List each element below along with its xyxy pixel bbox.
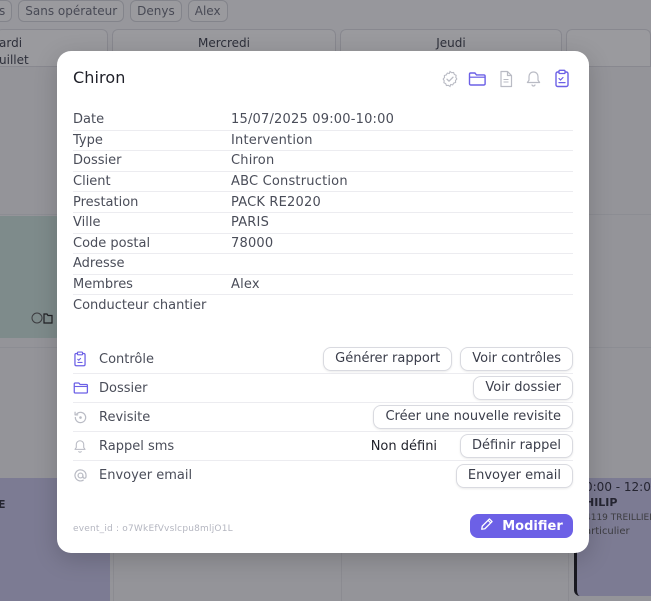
detail-value: 78000 <box>231 235 274 251</box>
pencil-icon <box>480 517 494 535</box>
detail-row-prestation: Prestation PACK RE2020 <box>73 192 573 213</box>
detail-value: PARIS <box>231 215 270 231</box>
event-detail-modal: Chiron Date 15/07/2025 09:00-10:00 Type … <box>57 51 589 553</box>
action-label: Rappel sms <box>99 438 175 454</box>
detail-label: Membres <box>73 277 133 293</box>
action-row-rappel: Rappel sms Non défini Définir rappel <box>73 432 573 461</box>
action-row-email: Envoyer email Envoyer email <box>73 461 573 490</box>
event-id-label: event_id : o7WkEfVvslcpu8mljO1L <box>73 524 233 534</box>
detail-label: Dossier <box>73 153 122 169</box>
detail-row-type: Type Intervention <box>73 131 573 152</box>
detail-row-code-postal: Code postal 78000 <box>73 234 573 255</box>
detail-row-date: Date 15/07/2025 09:00-10:00 <box>73 110 573 131</box>
detail-value: 15/07/2025 09:00-10:00 <box>231 112 395 128</box>
detail-label: Adresse <box>73 256 125 272</box>
detail-value: ABC Construction <box>231 174 348 190</box>
detail-label: Client <box>73 174 111 190</box>
document-icon[interactable] <box>496 69 515 88</box>
detail-row-client: Client ABC Construction <box>73 172 573 193</box>
detail-value: Intervention <box>231 132 313 148</box>
action-label: Revisite <box>99 409 151 425</box>
action-row-dossier: Dossier Voir dossier <box>73 374 573 403</box>
detail-label: Type <box>73 132 103 148</box>
bell-icon <box>73 438 91 454</box>
detail-row-adresse: Adresse <box>73 254 573 275</box>
detail-row-membres: Membres Alex <box>73 275 573 296</box>
view-controls-button[interactable]: Voir contrôles <box>460 347 573 371</box>
modify-button-label: Modifier <box>502 518 563 534</box>
modal-header-icons <box>440 69 571 88</box>
reminder-status: Non défini <box>370 438 438 454</box>
detail-label: Conducteur chantier <box>73 298 207 314</box>
detail-label: Date <box>73 112 105 128</box>
modify-button[interactable]: Modifier <box>470 514 573 538</box>
clipboard-check-icon <box>73 351 91 367</box>
action-label: Contrôle <box>99 351 154 367</box>
folder-icon[interactable] <box>468 69 487 88</box>
action-row-revisite: Revisite Créer une nouvelle revisite <box>73 403 573 432</box>
history-icon <box>73 409 91 425</box>
action-label: Envoyer email <box>99 468 193 483</box>
send-email-button[interactable]: Envoyer email <box>455 463 573 488</box>
detail-label: Prestation <box>73 194 139 210</box>
detail-value: PACK RE2020 <box>231 194 321 210</box>
action-label: Dossier <box>99 380 148 396</box>
create-revisit-button[interactable]: Créer une nouvelle revisite <box>373 405 573 429</box>
event-actions: Contrôle Générer rapport Voir contrôles … <box>73 345 573 490</box>
check-circle-icon[interactable] <box>440 69 459 88</box>
set-reminder-button[interactable]: Définir rappel <box>460 434 573 458</box>
folder-icon <box>73 380 91 396</box>
view-dossier-button[interactable]: Voir dossier <box>473 376 573 400</box>
at-sign-icon <box>73 468 91 484</box>
action-row-controle: Contrôle Générer rapport Voir contrôles <box>73 345 573 374</box>
modal-title: Chiron <box>73 68 126 87</box>
detail-row-ville: Ville PARIS <box>73 213 573 234</box>
detail-value: Chiron <box>231 153 275 169</box>
event-details: Date 15/07/2025 09:00-10:00 Type Interve… <box>73 110 573 316</box>
detail-row-dossier: Dossier Chiron <box>73 151 573 172</box>
detail-label: Code postal <box>73 235 151 251</box>
detail-value: Alex <box>231 277 260 293</box>
generate-report-button[interactable]: Générer rapport <box>323 347 453 371</box>
detail-row-conducteur: Conducteur chantier <box>73 295 573 316</box>
clipboard-check-icon[interactable] <box>552 69 571 88</box>
detail-label: Ville <box>73 215 101 231</box>
bell-icon[interactable] <box>524 69 543 88</box>
